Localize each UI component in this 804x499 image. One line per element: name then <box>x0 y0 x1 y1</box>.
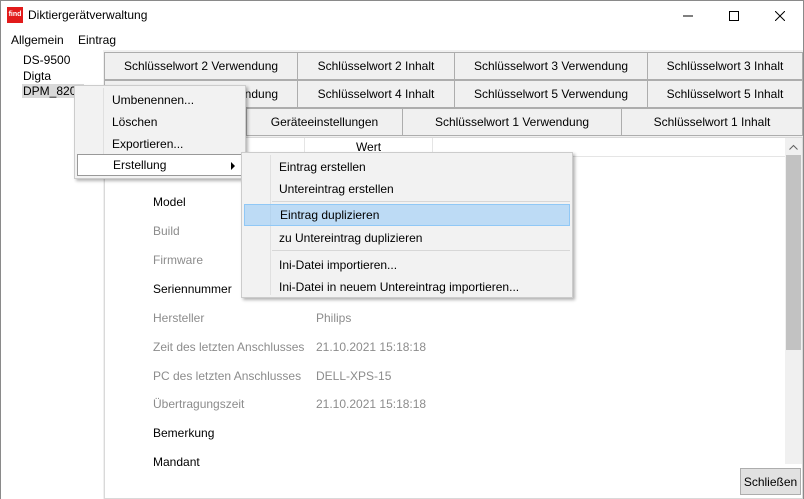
tab-keyword4-content[interactable]: Schlüsselwort 4 Inhalt <box>297 80 455 108</box>
row-label-build: Build <box>153 224 180 238</box>
row-label-firmware: Firmware <box>153 253 203 267</box>
device-item[interactable]: DS-9500 <box>23 53 70 67</box>
menu-eintrag[interactable]: Eintrag <box>78 33 116 47</box>
close-icon <box>775 10 785 21</box>
minimize-icon <box>683 15 693 16</box>
sub-create-subentry[interactable]: Untereintrag erstellen <box>244 178 570 200</box>
sub-create-entry[interactable]: Eintrag erstellen <box>244 156 570 178</box>
ctx-export[interactable]: Exportieren... <box>77 133 243 155</box>
menu-allgemein[interactable]: Allgemein <box>11 33 64 47</box>
sub-duplicate-to-subentry[interactable]: zu Untereintrag duplizieren <box>244 227 570 249</box>
tab-keyword2-usage[interactable]: Schlüsselwort 2 Verwendung <box>104 52 298 80</box>
submenu-arrow-icon <box>231 162 235 170</box>
row-label-model: Model <box>153 195 186 209</box>
ctx-creation[interactable]: Erstellung <box>77 154 243 176</box>
maximize-icon <box>729 10 739 21</box>
device-item[interactable]: Digta <box>23 69 51 83</box>
tab-keyword1-usage[interactable]: Schlüsselwort 1 Verwendung <box>402 108 622 136</box>
row-label-last-connection-pc: PC des letzten Anschlusses <box>153 369 302 383</box>
row-label-remark: Bemerkung <box>153 426 215 440</box>
title-bar: find Diktiergerätverwaltung <box>1 1 803 30</box>
row-label-manufacturer: Hersteller <box>153 311 205 325</box>
maximize-button[interactable] <box>711 1 757 30</box>
tab-keyword5-content[interactable]: Schlüsselwort 5 Inhalt <box>647 80 803 108</box>
tab-keyword2-content[interactable]: Schlüsselwort 2 Inhalt <box>297 52 455 80</box>
window-title: Diktiergerätverwaltung <box>28 8 148 22</box>
ctx-delete[interactable]: Löschen <box>77 111 243 133</box>
close-window-button[interactable] <box>757 1 803 30</box>
row-label-transfer-time: Übertragungszeit <box>153 397 245 411</box>
menu-bar: Allgemein Eintrag <box>1 30 803 50</box>
context-menu: Umbenennen... Löschen Exportieren... Ers… <box>74 85 246 179</box>
ctx-creation-label: Erstellung <box>113 158 167 172</box>
tab-keyword5-usage[interactable]: Schlüsselwort 5 Verwendung <box>454 80 648 108</box>
row-value-manufacturer: Philips <box>316 311 352 325</box>
menu-separator <box>272 201 570 202</box>
scroll-up-button[interactable] <box>785 138 802 155</box>
creation-submenu: Eintrag erstellen Untereintrag erstellen… <box>241 152 573 298</box>
row-value-last-connection-pc: DELL-XPS-15 <box>316 369 392 383</box>
minimize-button[interactable] <box>665 1 711 30</box>
sub-import-ini-new-subentry[interactable]: Ini-Datei in neuem Untereintrag importie… <box>244 276 570 298</box>
tab-keyword1-content[interactable]: Schlüsselwort 1 Inhalt <box>621 108 803 136</box>
app-logo-icon: find <box>7 7 23 23</box>
ctx-rename[interactable]: Umbenennen... <box>77 89 243 111</box>
row-value-transfer-time: 21.10.2021 15:18:18 <box>316 397 427 411</box>
sub-duplicate-entry[interactable]: Eintrag duplizieren <box>244 204 570 226</box>
chevron-up-icon <box>789 144 798 150</box>
row-value-last-connection-time: 21.10.2021 15:18:18 <box>316 340 427 354</box>
row-label-client: Mandant <box>153 455 200 469</box>
tab-keyword3-usage[interactable]: Schlüsselwort 3 Verwendung <box>454 52 648 80</box>
tab-keyword3-content[interactable]: Schlüsselwort 3 Inhalt <box>647 52 803 80</box>
vertical-scrollbar[interactable] <box>785 138 802 464</box>
close-button[interactable]: Schließen <box>740 468 801 495</box>
scroll-thumb[interactable] <box>786 155 801 350</box>
sub-import-ini[interactable]: Ini-Datei importieren... <box>244 254 570 276</box>
tab-device-settings[interactable]: Geräteeinstellungen <box>246 108 403 136</box>
menu-separator <box>272 250 570 251</box>
row-label-serial: Seriennummer <box>153 282 232 296</box>
row-label-last-connection-time: Zeit des letzten Anschlusses <box>153 340 305 354</box>
